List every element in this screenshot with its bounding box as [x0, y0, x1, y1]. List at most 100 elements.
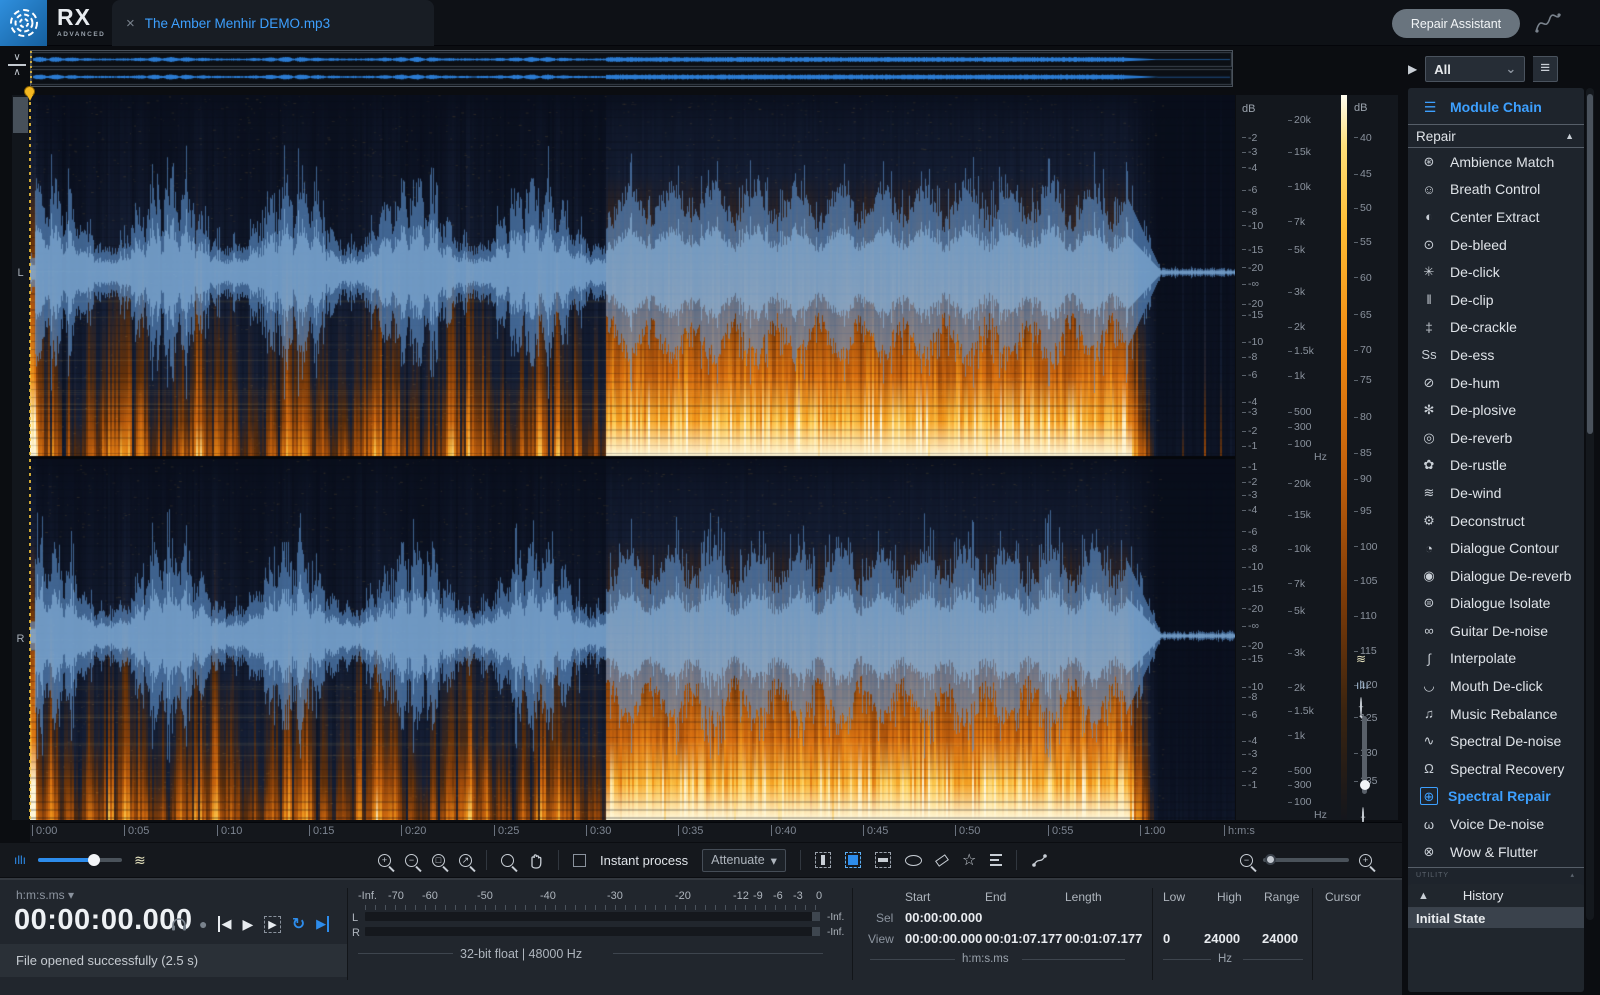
- scrollbar-thumb[interactable]: [1587, 94, 1593, 434]
- peak-readout-left[interactable]: -Inf.: [827, 912, 844, 923]
- record-icon[interactable]: ●: [199, 916, 207, 932]
- history-item[interactable]: Initial State: [1408, 908, 1584, 928]
- time-ruler[interactable]: 0:000:050:100:150:200:250:300:350:400:45…: [30, 822, 1402, 842]
- repair-section-header[interactable]: Repair ▲: [1408, 124, 1584, 148]
- process-mode-dropdown[interactable]: Attenuate ▾: [702, 849, 786, 872]
- view-low-value[interactable]: 0: [1163, 931, 1170, 946]
- volume-knob[interactable]: [88, 854, 100, 866]
- playhead-time-display[interactable]: 00:00:00.000: [14, 904, 193, 937]
- vertical-zoom-in-icon[interactable]: [1360, 697, 1362, 716]
- module-item-de-reverb[interactable]: ◎De-reverb: [1408, 424, 1584, 452]
- module-item-spectral-de-noise[interactable]: ∿Spectral De-noise: [1408, 727, 1584, 755]
- view-high-value[interactable]: 24000: [1204, 931, 1240, 946]
- sel-start-value[interactable]: 00:00:00.000: [905, 910, 982, 925]
- monitor-headphones-icon[interactable]: [170, 916, 188, 932]
- lasso-tool-icon[interactable]: [905, 855, 922, 866]
- time-format-selector[interactable]: h:m:s.ms ▾: [16, 888, 74, 902]
- waveform-view-icon[interactable]: ıllı: [14, 853, 26, 867]
- repair-assistant-button[interactable]: Repair Assistant: [1392, 9, 1520, 38]
- izotope-rx-logo-icon[interactable]: [0, 0, 47, 46]
- view-length-value[interactable]: 00:01:07.177: [1065, 931, 1142, 946]
- frequency-selection-tool[interactable]: [875, 852, 891, 868]
- horizontal-zoom-in-icon[interactable]: [1359, 854, 1372, 867]
- channel-select-handle[interactable]: [13, 97, 28, 133]
- brush-tool-icon[interactable]: [935, 854, 949, 867]
- zoom-tool-icon[interactable]: [501, 854, 514, 867]
- module-item-de-click[interactable]: ✳De-click: [1408, 258, 1584, 286]
- spectrogram-canvas[interactable]: [30, 95, 1235, 820]
- horizontal-zoom-slider[interactable]: [1263, 858, 1349, 862]
- module-item-dialogue-contour[interactable]: ◔Dialogue Contour: [1408, 534, 1584, 562]
- volume-slider[interactable]: [38, 858, 122, 862]
- play-selection-icon[interactable]: ▶: [264, 916, 280, 933]
- module-item-de-clip[interactable]: ‖De-clip: [1408, 286, 1584, 314]
- module-item-center-extract[interactable]: ◐Center Extract: [1408, 203, 1584, 231]
- module-item-dialogue-de-reverb[interactable]: ◉Dialogue De-reverb: [1408, 562, 1584, 590]
- peak-readout-right[interactable]: -Inf.: [827, 927, 844, 938]
- sidebar-scrollbar[interactable]: [1586, 88, 1594, 920]
- module-filter-dropdown[interactable]: All ⌄: [1425, 56, 1525, 82]
- channel-label-right[interactable]: R: [12, 633, 29, 645]
- channel-label-left[interactable]: L: [12, 267, 29, 279]
- spectrogram-display[interactable]: [30, 95, 1235, 820]
- waveform-overview[interactable]: [30, 50, 1233, 87]
- horizontal-zoom-out-icon[interactable]: [1240, 854, 1253, 867]
- module-item-de-crackle[interactable]: ‡De-crackle: [1408, 314, 1584, 342]
- play-icon[interactable]: ▶: [242, 916, 253, 933]
- horizontal-zoom-knob[interactable]: [1265, 854, 1276, 865]
- module-item-de-ess[interactable]: SsDe-ess: [1408, 341, 1584, 369]
- module-chain-item[interactable]: ☰ Module Chain: [1408, 94, 1584, 120]
- module-item-interpolate[interactable]: ∫Interpolate: [1408, 645, 1584, 673]
- hand-tool-icon[interactable]: [528, 852, 544, 869]
- instant-process-checkbox[interactable]: [573, 854, 586, 867]
- channel-gutter[interactable]: L R: [12, 95, 29, 820]
- spectrogram-mix-icon[interactable]: ≋: [1356, 652, 1366, 666]
- collapsed-section-header[interactable]: UTILITY ▴: [1408, 867, 1584, 879]
- module-item-wow-flutter[interactable]: ⊗Wow & Flutter: [1408, 838, 1584, 866]
- module-item-ambience-match[interactable]: ⊛Ambience Match: [1408, 148, 1584, 176]
- module-item-de-wind[interactable]: ≋De-wind: [1408, 479, 1584, 507]
- spectrogram-settings-icon[interactable]: ≋: [134, 852, 146, 869]
- skip-to-end-icon[interactable]: ▶: [316, 916, 329, 932]
- file-tab[interactable]: × The Amber Menhir DEMO.mp3: [112, 0, 434, 46]
- module-item-guitar-de-noise[interactable]: ∞Guitar De-noise: [1408, 617, 1584, 645]
- module-item-music-rebalance[interactable]: ♫Music Rebalance: [1408, 700, 1584, 728]
- loop-icon[interactable]: ↻: [292, 914, 305, 934]
- magic-wand-tool-icon[interactable]: ☆: [962, 850, 976, 870]
- module-item-spectral-recovery[interactable]: ΩSpectral Recovery: [1408, 755, 1584, 783]
- curve-tool-icon[interactable]: [1031, 853, 1048, 868]
- module-item-mouth-de-click[interactable]: ◡Mouth De-click: [1408, 672, 1584, 700]
- skip-to-start-icon[interactable]: ◀: [218, 916, 231, 932]
- spectrogram-legend-gradient[interactable]: [1341, 95, 1347, 820]
- zoom-selection-icon[interactable]: [432, 854, 445, 867]
- view-end-value[interactable]: 00:01:07.177: [985, 931, 1062, 946]
- feather-tool-icon[interactable]: [990, 854, 1002, 867]
- module-item-de-rustle[interactable]: ✿De-rustle: [1408, 452, 1584, 480]
- menu-icon[interactable]: ≡: [1533, 56, 1558, 82]
- vertical-zoom-knob[interactable]: [1360, 780, 1370, 790]
- zoom-in-icon[interactable]: [378, 854, 391, 867]
- zoom-out-icon[interactable]: [405, 854, 418, 867]
- preview-play-icon[interactable]: ▶: [1408, 62, 1417, 76]
- module-item-breath-control[interactable]: ☺Breath Control: [1408, 176, 1584, 204]
- tab-close-icon[interactable]: ×: [126, 15, 135, 32]
- overview-waveform-canvas[interactable]: [31, 51, 1232, 86]
- vertical-zoom-slider[interactable]: [1362, 716, 1367, 794]
- meter-bars-icon[interactable]: ılıı: [1356, 678, 1369, 692]
- playhead-marker[interactable]: [24, 86, 37, 101]
- time-frequency-selection-tool[interactable]: [845, 852, 861, 868]
- module-item-de-plosive[interactable]: ✻De-plosive: [1408, 396, 1584, 424]
- module-item-deconstruct[interactable]: ⚙Deconstruct: [1408, 507, 1584, 535]
- view-range-value[interactable]: 24000: [1262, 931, 1298, 946]
- signal-flow-icon[interactable]: [1534, 10, 1562, 36]
- history-header[interactable]: ▲ History: [1408, 884, 1584, 908]
- view-start-value[interactable]: 00:00:00.000: [905, 931, 982, 946]
- module-item-spectral-repair[interactable]: ⊕Spectral Repair: [1408, 783, 1584, 811]
- module-item-de-bleed[interactable]: ⊙De-bleed: [1408, 231, 1584, 259]
- overview-collapse-control[interactable]: ∨ ∧: [6, 53, 28, 77]
- module-item-dialogue-isolate[interactable]: ⊜Dialogue Isolate: [1408, 590, 1584, 618]
- zoom-fit-icon[interactable]: [459, 854, 472, 867]
- module-item-de-hum[interactable]: ⊘De-hum: [1408, 369, 1584, 397]
- module-item-voice-de-noise[interactable]: ωVoice De-noise: [1408, 810, 1584, 838]
- time-selection-tool[interactable]: [815, 852, 831, 868]
